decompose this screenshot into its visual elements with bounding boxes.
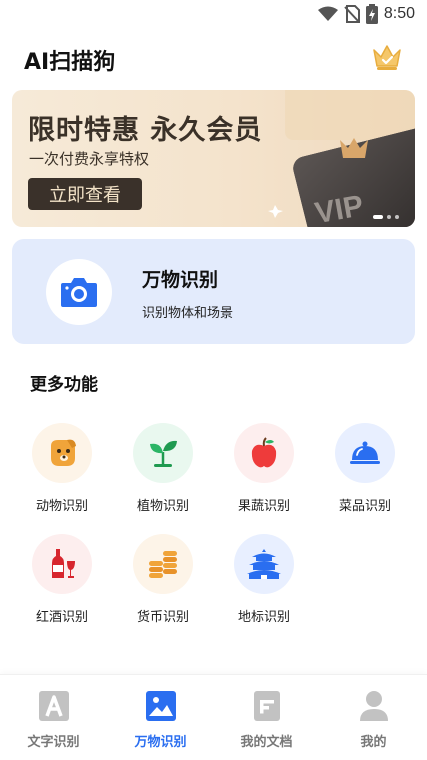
banner-title: 限时特惠 永久会员 [28, 115, 263, 146]
temple-icon [247, 549, 281, 579]
nav-icon [144, 689, 178, 723]
feature-title: 万物识别 [142, 269, 219, 291]
vip-card-illustration: VIP [268, 90, 415, 227]
status-time: 8:50 [383, 5, 415, 22]
plant-recognition-item[interactable]: 植物识别 [113, 423, 213, 523]
banner-subtitle: 一次付费永享特权 [29, 150, 150, 168]
vip-promo-banner[interactable]: 限时特惠 永久会员 一次付费永享特权 立即查看 VIP [12, 90, 415, 227]
grid-item-label: 动物识别 [35, 499, 88, 514]
nav-label: 我的文档 [240, 735, 293, 750]
app-title: AI扫描狗 [24, 50, 116, 75]
no-sim-icon [344, 5, 360, 23]
carousel-dot [387, 215, 391, 219]
tab-my-documents[interactable]: 我的文档 [213, 675, 320, 760]
wine-recognition-item[interactable]: 红酒识别 [12, 534, 112, 634]
crown-icon [373, 45, 401, 70]
object-recognition-card[interactable]: 万物识别 识别物体和场景 [12, 239, 415, 344]
carousel-dot [395, 215, 399, 219]
image-icon [146, 691, 176, 721]
grid-icon-circle [133, 423, 193, 483]
battery-charging-icon [365, 4, 378, 24]
animal-recognition-item[interactable]: 动物识别 [12, 423, 112, 523]
currency-recognition-item[interactable]: 货币识别 [113, 534, 213, 634]
grid-icon-circle [234, 534, 294, 594]
feature-subtitle: 识别物体和场景 [142, 306, 234, 321]
dish-cover-icon [350, 441, 380, 464]
grid-icon-circle [32, 534, 92, 594]
camera-icon [61, 278, 97, 307]
view-now-button[interactable]: 立即查看 [28, 178, 142, 210]
document-icon [254, 691, 280, 721]
dog-icon [51, 439, 76, 466]
carousel-dot [373, 215, 383, 219]
nav-icon [357, 689, 391, 723]
status-bar: 8:50 [0, 0, 427, 30]
nav-label: 万物识别 [134, 735, 187, 750]
grid-icon-circle [133, 534, 193, 594]
grid-icon-circle [335, 423, 395, 483]
profile-icon [360, 691, 388, 721]
grid-item-label: 地标识别 [237, 610, 290, 625]
status-icons: 8:50 [317, 4, 415, 24]
vip-crown-button[interactable] [371, 42, 403, 72]
fruit-veg-recognition-item[interactable]: 果蔬识别 [214, 423, 314, 523]
nav-label: 文字识别 [27, 735, 80, 750]
landmark-recognition-item[interactable]: 地标识别 [214, 534, 314, 634]
grid-item-label: 红酒识别 [35, 610, 88, 625]
tab-text-recognition[interactable]: 文字识别 [0, 675, 107, 760]
tab-profile[interactable]: 我的 [320, 675, 427, 760]
bottom-navigation: 文字识别 万物识别 我的文档 我的 [0, 674, 427, 760]
grid-item-label: 果蔬识别 [237, 499, 290, 514]
grid-item-label: 货币识别 [136, 610, 189, 625]
nav-icon [250, 689, 284, 723]
wifi-icon [317, 6, 338, 21]
grid-item-label: 植物识别 [136, 499, 189, 514]
wine-icon [52, 549, 75, 578]
grid-icon-circle [32, 423, 92, 483]
carousel-indicator [373, 215, 399, 219]
feature-icon-circle [46, 259, 112, 325]
nav-label: 我的 [360, 735, 387, 750]
grid-item-label: 菜品识别 [338, 499, 391, 514]
dish-recognition-item[interactable]: 菜品识别 [315, 423, 415, 523]
nav-icon [37, 689, 71, 723]
coins-icon [149, 551, 177, 578]
apple-icon [251, 437, 277, 468]
text-a-icon [39, 691, 69, 721]
tab-object-recognition[interactable]: 万物识别 [107, 675, 214, 760]
grid-icon-circle [234, 423, 294, 483]
more-features-title: 更多功能 [30, 375, 98, 395]
sprout-icon [150, 440, 177, 467]
